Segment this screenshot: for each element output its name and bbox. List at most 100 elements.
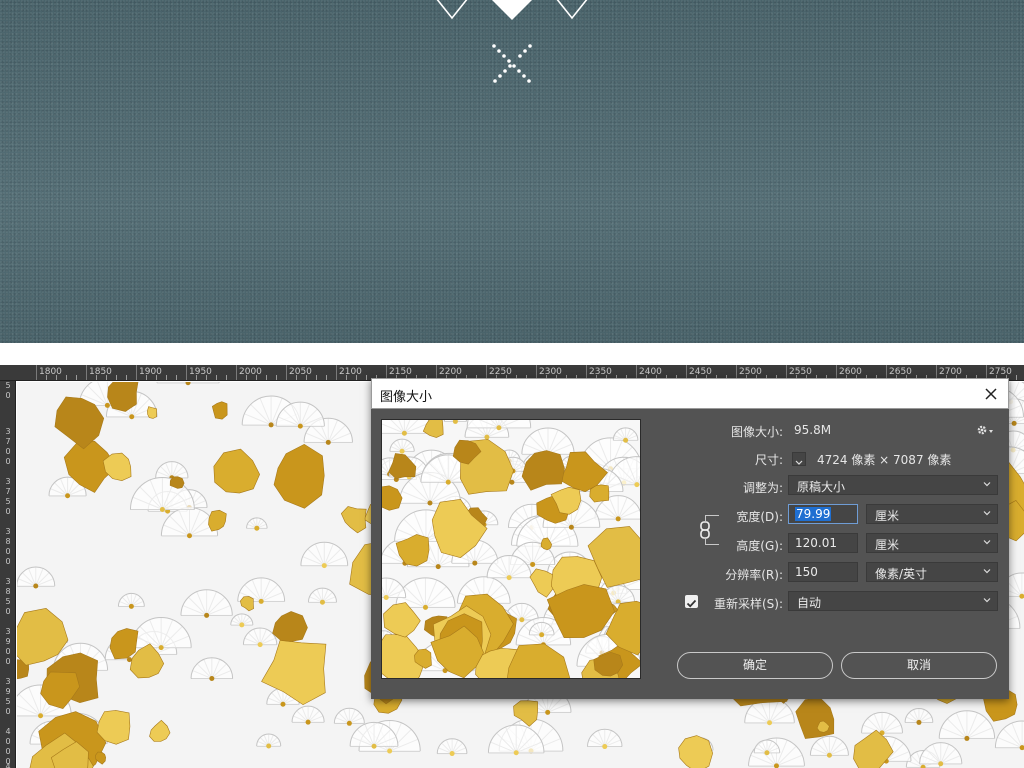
gold-foil-blob	[382, 485, 403, 511]
height-label: 高度(G):	[736, 539, 783, 553]
ruler-label: 2000	[239, 367, 262, 377]
chevron-down-icon	[983, 569, 991, 574]
ruler-label: 0	[5, 707, 11, 716]
gold-foil-blob	[678, 735, 713, 768]
teal-banner-image	[0, 0, 1024, 343]
ruler-label: 0	[5, 447, 11, 456]
fit-to-select[interactable]: 原稿大小	[788, 475, 998, 495]
ruler-major-tick	[236, 365, 237, 380]
ruler-minor-tick	[366, 375, 367, 380]
height-input[interactable]: 120.01	[788, 533, 858, 553]
daisy-shape	[382, 577, 407, 601]
ruler-minor-tick	[346, 375, 347, 380]
height-unit: 厘米	[875, 538, 900, 552]
gold-foil-blob	[507, 643, 571, 678]
ruler-major-tick	[336, 365, 337, 380]
ruler-label: 1950	[189, 367, 212, 377]
ok-button[interactable]: 确定	[677, 652, 833, 679]
resample-select[interactable]: 自动	[788, 591, 998, 611]
ruler-label: 0	[5, 507, 11, 516]
ruler-label: 3	[5, 427, 11, 436]
ruler-label: 3	[5, 627, 11, 636]
daisy-shape	[190, 657, 234, 682]
ruler-label: 0	[5, 547, 11, 556]
width-input[interactable]: 79.99	[788, 504, 858, 524]
ruler-label: 0	[5, 557, 11, 566]
ruler-label: 2050	[289, 367, 312, 377]
resolution-unit: 像素/英寸	[875, 567, 928, 581]
daisy-shape	[300, 541, 349, 569]
ruler-minor-tick	[326, 375, 327, 380]
ruler-minor-tick	[356, 375, 357, 380]
ruler-label: 2350	[589, 367, 612, 377]
ruler-minor-tick	[126, 375, 127, 380]
resolution-unit-select[interactable]: 像素/英寸	[866, 562, 998, 582]
image-preview[interactable]	[381, 419, 641, 679]
daisy-shape	[861, 711, 904, 736]
gold-foil-blob	[213, 448, 261, 494]
dimensions-unit-dropdown[interactable]	[792, 452, 806, 466]
gold-foil-blob	[211, 401, 228, 420]
ruler-label: 2200	[439, 367, 462, 377]
ruler-label: 4	[5, 762, 11, 768]
daisy-shape	[156, 382, 220, 386]
gear-icon[interactable]	[975, 423, 995, 437]
ruler-major-tick	[36, 365, 37, 380]
ruler-label: 2400	[639, 367, 662, 377]
daisy-shape	[587, 728, 623, 750]
vertical-ruler[interactable]: 5037003750380038503900395040004	[0, 381, 16, 768]
close-icon[interactable]	[980, 383, 1002, 405]
ruler-minor-tick	[176, 375, 177, 380]
ruler-minor-tick	[56, 375, 57, 380]
gold-foil-blob	[272, 611, 308, 642]
daisy-shape	[129, 477, 195, 512]
ruler-label: 2650	[889, 367, 912, 377]
ruler-minor-tick	[46, 375, 47, 380]
ruler-label: 5	[5, 597, 11, 606]
ruler-label: 3	[5, 527, 11, 536]
daisy-shape	[994, 720, 1024, 751]
ruler-label: 5	[5, 697, 11, 706]
ruler-minor-tick	[76, 375, 77, 380]
ruler-label: 0	[5, 607, 11, 616]
ruler-label: 2600	[839, 367, 862, 377]
width-unit-select[interactable]: 厘米	[866, 504, 998, 524]
resolution-input[interactable]: 150	[788, 562, 858, 582]
ruler-minor-tick	[316, 375, 317, 380]
cancel-button[interactable]: 取消	[841, 652, 997, 679]
ruler-label: 2100	[339, 367, 362, 377]
daisy-shape	[436, 738, 468, 757]
daisy-shape	[904, 708, 934, 725]
gold-foil-blob	[340, 506, 367, 534]
daisy-shape	[242, 627, 278, 648]
ruler-label: 9	[5, 637, 11, 646]
height-unit-select[interactable]: 厘米	[866, 533, 998, 553]
ruler-label: 2250	[489, 367, 512, 377]
preview-pattern	[382, 420, 640, 678]
chevron-down-icon	[795, 460, 803, 465]
ruler-label: 5	[5, 497, 11, 506]
ruler-label: 0	[5, 657, 11, 666]
resolution-value: 150	[795, 565, 818, 579]
ruler-major-tick	[286, 365, 287, 380]
dimensions-label: 尺寸:	[754, 453, 783, 467]
dimensions-value: 4724 像素 × 7087 像素	[817, 453, 952, 467]
daisy-shape	[291, 705, 325, 725]
ruler-minor-tick	[296, 375, 297, 380]
ruler-label: 0	[5, 737, 11, 746]
ruler-label: 2750	[989, 367, 1012, 377]
width-value: 79.99	[795, 507, 832, 521]
ruler-minor-tick	[106, 375, 107, 380]
resolution-label: 分辨率(R):	[725, 568, 783, 582]
ruler-major-tick	[186, 365, 187, 380]
ruler-label: 7	[5, 437, 11, 446]
gold-foil-blob	[208, 509, 227, 532]
dialog-titlebar[interactable]: 图像大小	[371, 378, 1009, 409]
ruler-label: 2700	[939, 367, 962, 377]
daisy-shape	[809, 735, 849, 758]
dialog-title: 图像大小	[380, 390, 433, 405]
ruler-minor-tick	[66, 375, 67, 380]
ruler-label: 1900	[139, 367, 162, 377]
daisy-shape	[246, 517, 268, 531]
daisy-shape	[938, 710, 996, 741]
